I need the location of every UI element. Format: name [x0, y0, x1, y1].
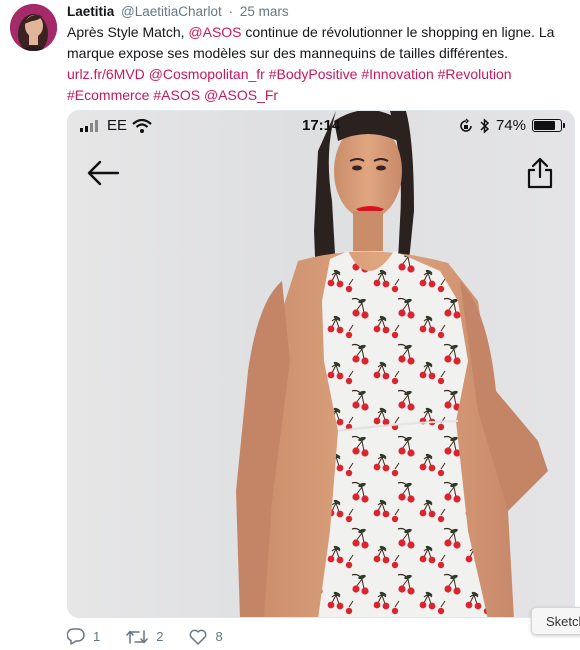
retweet-button[interactable]: 2: [126, 629, 163, 645]
tweet-text-intro: Après Style Match,: [67, 24, 189, 40]
mention-cosmopolitan[interactable]: @Cosmopolitan_fr: [149, 66, 265, 82]
wifi-icon: [132, 118, 152, 133]
retweet-count: 2: [156, 629, 164, 644]
avatar[interactable]: [10, 4, 57, 51]
separator-dot: ·: [228, 4, 234, 19]
arrow-left-icon[interactable]: [86, 159, 120, 187]
mention-asos-fr[interactable]: @ASOS_Fr: [204, 87, 278, 103]
hashtag-revolution[interactable]: #Revolution: [438, 66, 512, 82]
battery-icon: [532, 119, 565, 132]
short-link[interactable]: urlz.fr/6MVD: [67, 66, 145, 82]
author-name[interactable]: Laetitia: [67, 4, 114, 19]
bluetooth-icon: [480, 117, 490, 134]
hashtag-bodypositive[interactable]: #BodyPositive: [269, 66, 358, 82]
retweet-icon: [126, 629, 148, 644]
hashtag-innovation[interactable]: #Innovation: [361, 66, 433, 82]
tweet-image[interactable]: EE 17:14 74%: [67, 110, 575, 618]
hashtag-ecommerce[interactable]: #Ecommerce: [67, 87, 149, 103]
tweet-date[interactable]: 25 mars: [240, 4, 289, 19]
reply-count: 1: [93, 629, 101, 644]
battery-percent: 74%: [495, 117, 526, 134]
mention-asos[interactable]: @ASOS: [188, 24, 241, 40]
sketch-tooltip: Sketch: [531, 607, 580, 635]
tweet-header: Laetitia @LaetitiaCharlot · 25 mars: [67, 3, 289, 20]
hashtag-asos[interactable]: #ASOS: [153, 87, 200, 103]
tweet: Laetitia @LaetitiaCharlot · 25 mars Aprè…: [0, 0, 580, 650]
author-handle[interactable]: @LaetitiaCharlot: [121, 4, 222, 19]
heart-icon: [190, 629, 207, 645]
model-photo: [236, 111, 548, 617]
carrier-name: EE: [107, 117, 128, 134]
phone-status-bar: EE 17:14 74%: [68, 111, 574, 141]
like-count: 8: [215, 629, 223, 644]
tweet-text: Après Style Match, @ASOS continue de rév…: [67, 22, 572, 106]
battery-level: [534, 121, 555, 130]
like-button[interactable]: 8: [189, 629, 223, 645]
reply-icon: [67, 628, 85, 645]
status-time: 17:14: [302, 117, 341, 134]
share-icon[interactable]: [526, 157, 554, 189]
tweet-actions: 1 2 8: [67, 628, 223, 645]
reply-button[interactable]: 1: [67, 628, 100, 645]
signal-bars-icon: [80, 119, 98, 132]
rotation-lock-icon: [460, 118, 472, 132]
